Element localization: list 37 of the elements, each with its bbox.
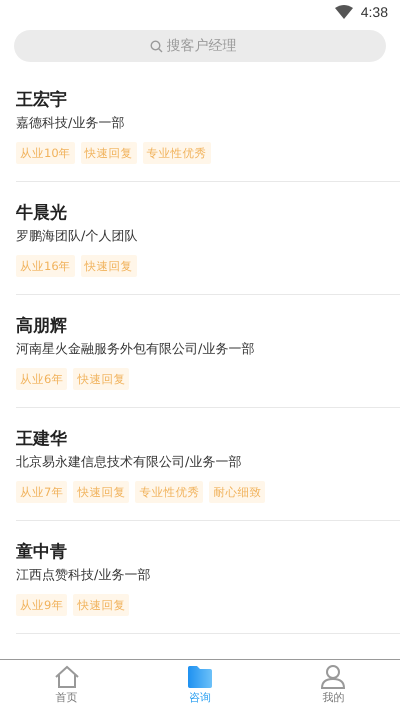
company-name: 北京易永建信息技术有限公司/业务一部 xyxy=(16,454,242,472)
tag: 快速回复 xyxy=(73,368,130,390)
tag: 快速回复 xyxy=(80,142,137,164)
search-icon xyxy=(150,40,162,52)
tag: 从业9年 xyxy=(16,594,68,616)
manager-name: 牛晨光 xyxy=(16,202,67,224)
manager-card[interactable]: 童中青 江西点赞科技/业务一部 从业9年 快速回复 xyxy=(16,521,400,634)
manager-card[interactable]: 王建华 北京易永建信息技术有限公司/业务一部 从业7年 快速回复 专业性优秀 耐心细致 xyxy=(16,408,400,521)
manager-name: 王建华 xyxy=(16,428,67,450)
manager-card[interactable]: 高朋辉 河南星火金融服务外包有限公司/业务一部 从业6年 快速回复 xyxy=(16,295,400,408)
tag: 从业10年 xyxy=(16,142,75,164)
manager-card[interactable]: 王宏宇 嘉德科技/业务一部 从业10年 快速回复 专业性优秀 xyxy=(16,69,400,182)
company-name: 河南星火金融服务外包有限公司/业务一部 xyxy=(16,341,254,359)
tag: 专业性优秀 xyxy=(142,142,211,164)
clock-time: 4:38 xyxy=(360,4,388,20)
manager-card[interactable]: 牛晨光 罗鹏海团队/个人团队 从业16年 快速回复 xyxy=(16,182,400,295)
tag: 从业16年 xyxy=(16,255,75,277)
wifi-icon xyxy=(334,5,353,19)
tag: 快速回复 xyxy=(80,255,137,277)
tag: 耐心细致 xyxy=(209,481,266,503)
tab[interactable]: 我的 xyxy=(266,660,400,710)
manager-name: 王宏宇 xyxy=(16,89,67,111)
home-icon xyxy=(54,665,80,689)
search-field[interactable]: 搜客户经理 xyxy=(166,38,250,54)
company-name: 嘉德科技/业务一部 xyxy=(16,115,124,133)
tag: 快速回复 xyxy=(73,481,130,503)
company-name: 罗鹏海团队/个人团队 xyxy=(16,228,138,246)
tag: 专业性优秀 xyxy=(135,481,204,503)
person-icon xyxy=(320,665,346,689)
folder-icon xyxy=(186,665,213,689)
manager-name: 童中青 xyxy=(16,541,67,563)
company-name: 江西点赞科技/业务一部 xyxy=(16,567,150,585)
tag: 快速回复 xyxy=(73,594,130,616)
tag: 从业6年 xyxy=(16,368,68,390)
tab[interactable]: 首页 xyxy=(0,660,134,710)
manager-name: 高朋辉 xyxy=(16,315,67,337)
tag: 从业7年 xyxy=(16,481,68,503)
